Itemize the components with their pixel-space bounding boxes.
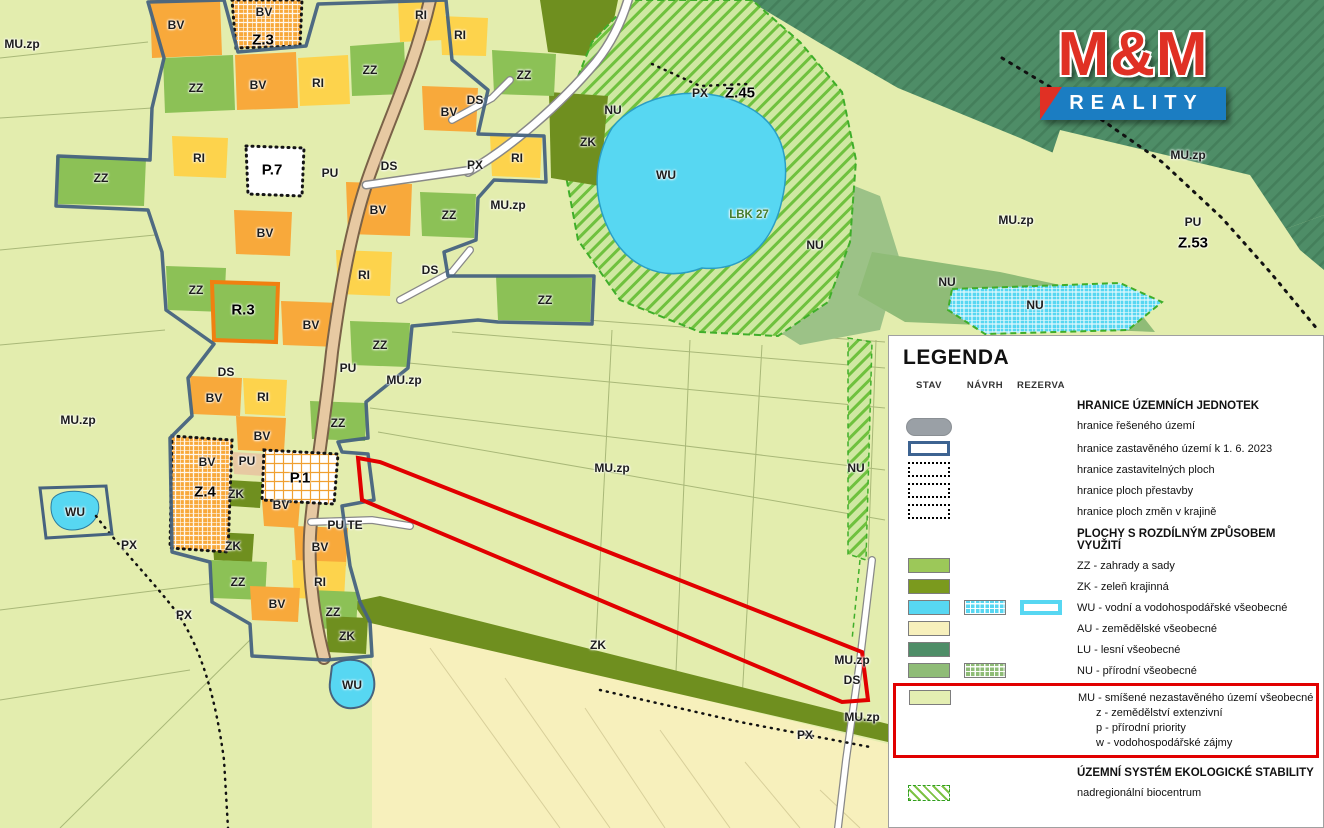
legend-section-heading: HRANICE ÚZEMNÍCH JEDNOTEK: [1077, 400, 1317, 412]
legend-row-label: hranice zastavitelných ploch: [1077, 463, 1215, 478]
wu-pond-village: [330, 660, 375, 708]
legend-row-label: NU - přírodní všeobecné: [1077, 664, 1197, 679]
mm-reality-logo: M&M REALITY: [1040, 26, 1226, 120]
zone-z4: [170, 436, 232, 552]
legend-row-label: AU - zemědělské všeobecné: [1077, 622, 1217, 637]
legend-row: nadregionální biocentrum: [901, 785, 1317, 801]
legend-col-navrh: NÁVRH: [957, 380, 1013, 391]
legend-swatch-hatch-diag: [908, 785, 950, 801]
legend-title: LEGENDA: [903, 346, 1317, 370]
legend-row-label: nadregionální biocentrum: [1077, 786, 1201, 801]
legend-sections: HRANICE ÚZEMNÍCH JEDNOTEK hranice řešenéh…: [899, 400, 1317, 801]
legend-row: hranice ploch změn v krajině: [901, 504, 1317, 520]
legend-row: WU - vodní a vodohospodářské všeobecné: [901, 600, 1317, 616]
logo-reality-text: REALITY: [1062, 92, 1204, 115]
legend-section-heading: PLOCHY S ROZDÍLNÝM ZPŮSOBEM VYUŽITÍ: [1077, 528, 1317, 552]
legend-row-sublabel: p - přírodní priority: [1096, 721, 1313, 736]
legend-column-headers: STAV NÁVRH REZERVA: [901, 380, 1317, 391]
zone-p7: [246, 146, 304, 196]
legend-row: ZZ - zahrady a sady: [901, 558, 1317, 574]
logo-triangle-icon: [1040, 87, 1062, 120]
legend-row-label: ZK - zeleň krajinná: [1077, 580, 1169, 595]
legend-row-label: hranice ploch přestavby: [1077, 484, 1193, 499]
legend-col-stav: STAV: [901, 380, 957, 391]
legend-swatch-solid: [909, 690, 951, 705]
legend-row: ZK - zeleň krajinná: [901, 579, 1317, 595]
legend-row: hranice zastavitelných ploch: [901, 462, 1317, 478]
legend-row-label: hranice řešeného území: [1077, 419, 1195, 434]
legend-swatch-hatch: [964, 663, 1006, 678]
legend-swatch-dotted: [908, 462, 950, 477]
legend-row: hranice ploch přestavby: [901, 483, 1317, 499]
legend-swatch-solid: [908, 642, 950, 657]
legend-row-label: ZZ - zahrady a sady: [1077, 559, 1175, 574]
wu-pond-planned: [948, 283, 1162, 334]
zone-z3: [232, 0, 302, 48]
legend-swatch-outline: [908, 441, 950, 456]
legend-swatch-solid: [908, 621, 950, 636]
legend-row-label: LU - lesní všeobecné: [1077, 643, 1180, 658]
legend-swatch-solid: [908, 558, 950, 573]
legend-row: LU - lesní všeobecné: [901, 642, 1317, 658]
legend-row-label: MU - smíšené nezastavěného území všeobec…: [1078, 691, 1313, 706]
legend-col-rezerva: REZERVA: [1013, 380, 1069, 391]
zone-r3: [212, 282, 278, 342]
logo-mm-text: M&M: [1040, 26, 1226, 83]
legend-row-label: hranice ploch změn v krajině: [1077, 505, 1216, 520]
legend-row-sublabel: w - vodohospodářské zájmy: [1096, 736, 1313, 751]
logo-bar: REALITY: [1040, 87, 1226, 120]
legend-row: hranice řešeného území: [901, 418, 1317, 436]
legend-swatch-solid: [908, 600, 950, 615]
legend-swatch-dotted: [908, 504, 950, 519]
legend-row-label: WU - vodní a vodohospodářské všeobecné: [1077, 601, 1287, 616]
legend-row: MU - smíšené nezastavěného území všeobec…: [893, 683, 1319, 757]
legend-row: hranice zastavěného území k 1. 6. 2023: [901, 441, 1317, 457]
legend-section-heading: ÚZEMNÍ SYSTÉM EKOLOGICKÉ STABILITY: [1077, 767, 1317, 779]
legend-swatch-rounded-solid: [906, 418, 952, 436]
legend-swatch-solid: [908, 663, 950, 678]
legend-row: AU - zemědělské všeobecné: [901, 621, 1317, 637]
wu-pond-main: [597, 93, 785, 273]
legend-row-sublabel: z - zemědělství extenzivní: [1096, 706, 1313, 721]
zone-p1: [262, 450, 338, 504]
legend-swatch-hatch: [964, 600, 1006, 615]
legend-swatch-dotted: [908, 483, 950, 498]
legend-swatch-outline-thick: [1020, 600, 1062, 615]
legend-swatch-solid: [908, 579, 950, 594]
legend-row: NU - přírodní všeobecné: [901, 663, 1317, 679]
legend-row-label: hranice zastavěného území k 1. 6. 2023: [1077, 442, 1272, 457]
legend-panel: LEGENDA STAV NÁVRH REZERVA HRANICE ÚZEMN…: [888, 335, 1324, 828]
zoning-map-screenshot: MU.zpBVBVZ.3RIRIZZZZBVRIDSBVZZNUZKPXZ.45…: [0, 0, 1324, 828]
